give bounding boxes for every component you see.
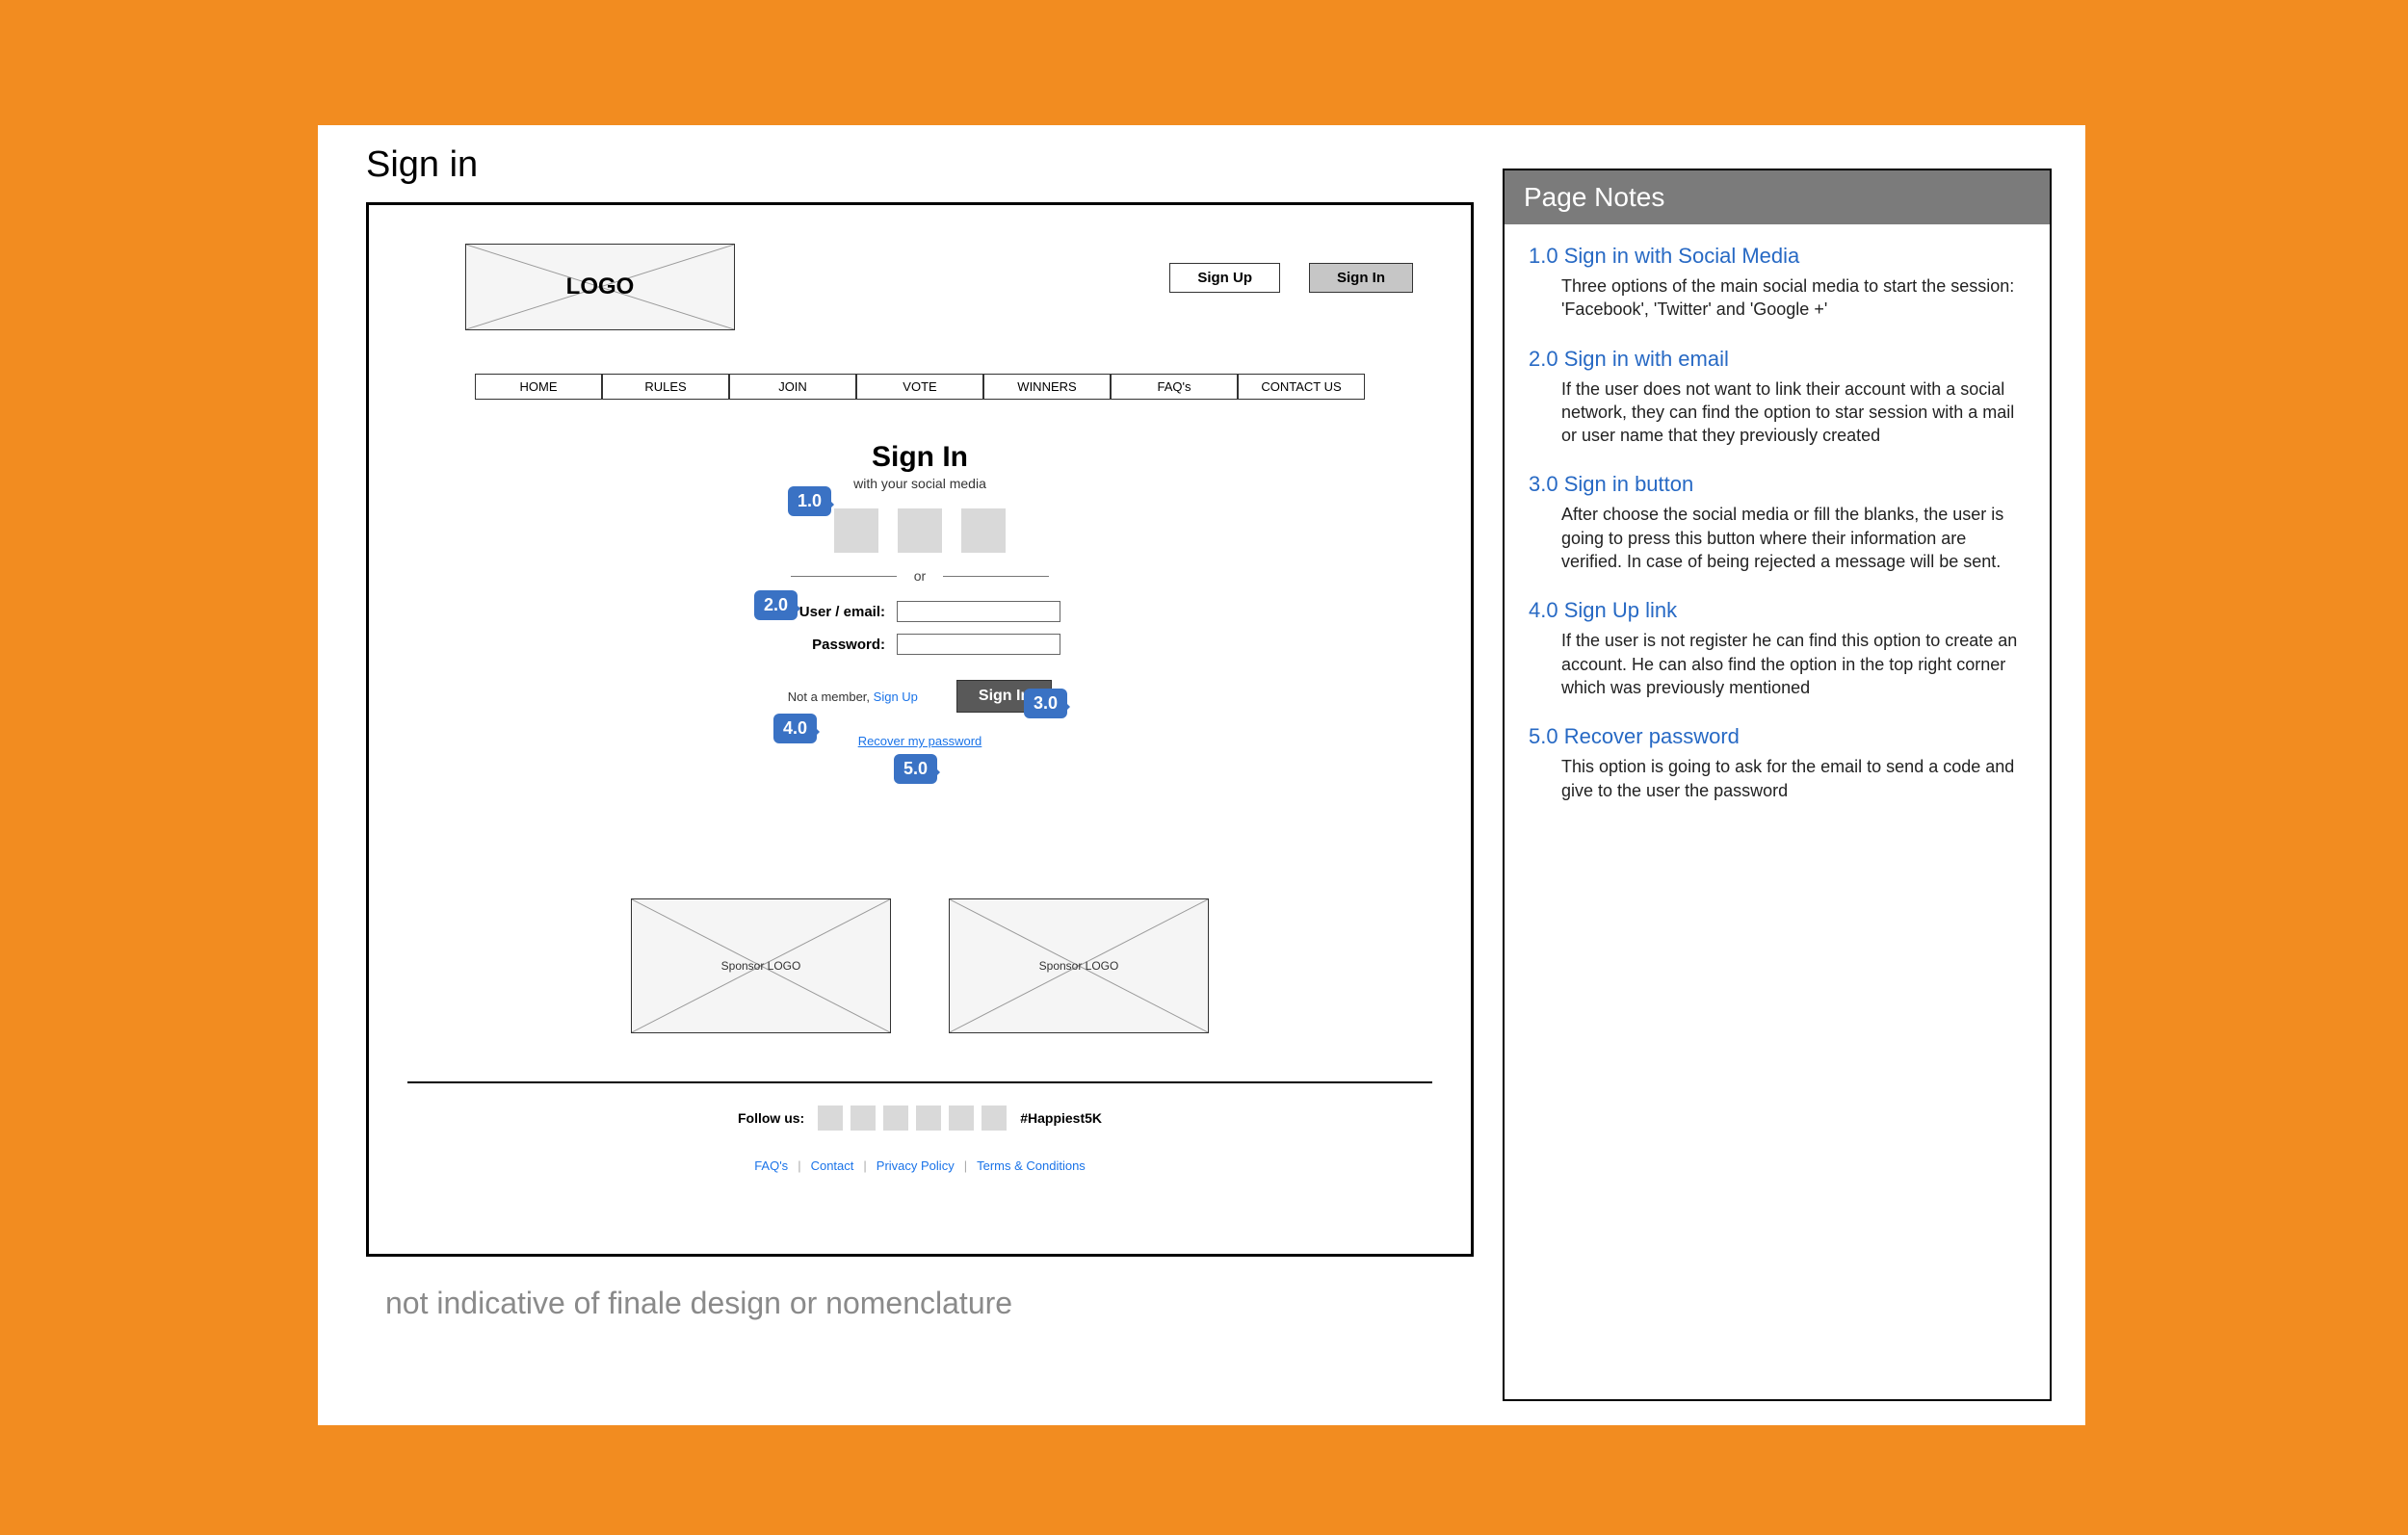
footer-privacy[interactable]: Privacy Policy — [877, 1158, 955, 1173]
note-desc-2: If the user does not want to link their … — [1529, 377, 2026, 448]
sponsor-label-2: Sponsor LOGO — [950, 899, 1208, 1032]
note-desc-1: Three options of the main social media t… — [1529, 274, 2026, 322]
follow-icon-5[interactable] — [949, 1106, 974, 1131]
recover-password-link[interactable]: Recover my password — [858, 734, 982, 748]
callout-2: 2.0 — [754, 590, 798, 620]
main-nav: HOME RULES JOIN VOTE WINNERS FAQ's CONTA… — [475, 374, 1365, 400]
signin-heading: Sign In — [872, 441, 968, 474]
social-googleplus-icon[interactable] — [961, 508, 1006, 553]
nav-home[interactable]: HOME — [475, 374, 602, 400]
or-divider: or — [791, 568, 1049, 584]
note-desc-3: After choose the social media or fill th… — [1529, 503, 2026, 573]
callout-1: 1.0 — [788, 486, 831, 516]
or-label: or — [914, 568, 926, 584]
follow-icon-3[interactable] — [883, 1106, 908, 1131]
footer-terms[interactable]: Terms & Conditions — [977, 1158, 1086, 1173]
disclaimer-text: not indicative of finale design or nomen… — [385, 1286, 1012, 1321]
note-title-3: 3.0 Sign in button — [1529, 472, 2026, 497]
follow-icons — [818, 1106, 1007, 1131]
callout-3: 3.0 — [1024, 689, 1067, 718]
hashtag: #Happiest5K — [1020, 1110, 1102, 1126]
note-desc-5: This option is going to ask for the emai… — [1529, 755, 2026, 802]
note-title-4: 4.0 Sign Up link — [1529, 598, 2026, 623]
password-label: Password: — [779, 637, 885, 653]
social-facebook-icon[interactable] — [834, 508, 878, 553]
footer-divider — [407, 1081, 1432, 1083]
note-desc-4: If the user is not register he can find … — [1529, 629, 2026, 699]
sponsor-logo-2: Sponsor LOGO — [949, 898, 1209, 1033]
note-title-1: 1.0 Sign in with Social Media — [1529, 244, 2026, 269]
page-notes-panel: Page Notes 1.0 Sign in with Social Media… — [1503, 169, 2052, 1401]
note-title-2: 2.0 Sign in with email — [1529, 347, 2026, 372]
nav-winners[interactable]: WINNERS — [983, 374, 1111, 400]
nav-rules[interactable]: RULES — [602, 374, 729, 400]
nav-join[interactable]: JOIN — [729, 374, 856, 400]
not-member-text: Not a member, — [788, 689, 870, 704]
sign-up-button-top[interactable]: Sign Up — [1169, 263, 1280, 293]
signin-subheading: with your social media — [853, 476, 986, 491]
follow-us-label: Follow us: — [738, 1110, 804, 1126]
page-notes-header: Page Notes — [1505, 170, 2050, 224]
footer-faqs[interactable]: FAQ's — [754, 1158, 788, 1173]
nav-vote[interactable]: VOTE — [856, 374, 983, 400]
nav-contact[interactable]: CONTACT US — [1238, 374, 1365, 400]
follow-icon-4[interactable] — [916, 1106, 941, 1131]
follow-icon-6[interactable] — [982, 1106, 1007, 1131]
user-email-input[interactable] — [897, 601, 1060, 622]
callout-5: 5.0 — [894, 754, 937, 784]
footer-contact[interactable]: Contact — [811, 1158, 854, 1173]
sign-up-link[interactable]: Sign Up — [874, 689, 918, 704]
social-twitter-icon[interactable] — [898, 508, 942, 553]
logo-placeholder: LOGO — [465, 244, 735, 330]
sign-in-button-top[interactable]: Sign In — [1309, 263, 1413, 293]
callout-4: 4.0 — [773, 714, 817, 743]
social-login-row — [834, 508, 1006, 553]
sponsor-logo-1: Sponsor LOGO — [631, 898, 891, 1033]
password-input[interactable] — [897, 634, 1060, 655]
nav-faqs[interactable]: FAQ's — [1111, 374, 1238, 400]
follow-icon-2[interactable] — [851, 1106, 876, 1131]
footer-links: FAQ's | Contact | Privacy Policy | Terms… — [369, 1158, 1471, 1173]
logo-label: LOGO — [466, 245, 734, 329]
follow-icon-1[interactable] — [818, 1106, 843, 1131]
sponsor-label-1: Sponsor LOGO — [632, 899, 890, 1032]
page-title: Sign in — [366, 144, 478, 186]
wireframe-panel: LOGO Sign Up Sign In HOME RULES JOIN VOT… — [366, 202, 1474, 1257]
note-title-5: 5.0 Recover password — [1529, 724, 2026, 749]
